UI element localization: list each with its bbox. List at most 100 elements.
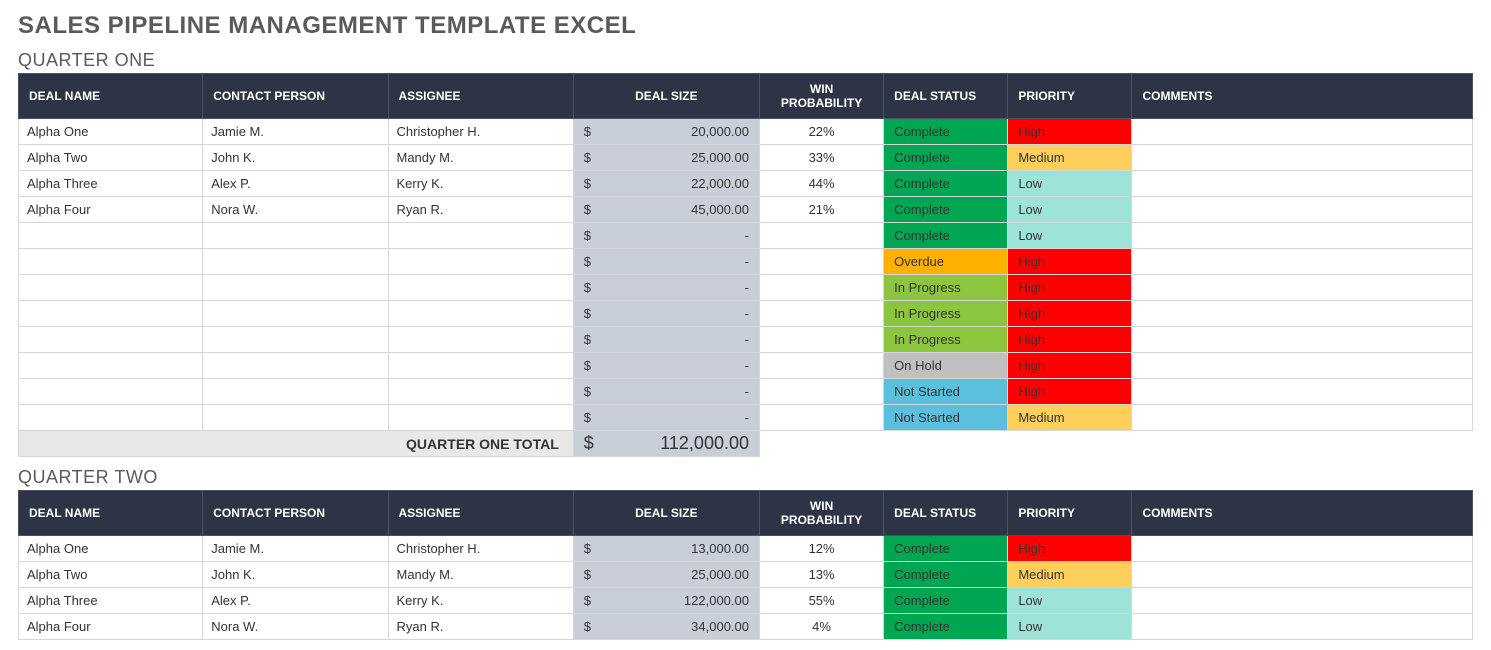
cell-priority[interactable]: High xyxy=(1008,379,1132,405)
th-contact-person[interactable]: CONTACT PERSON xyxy=(203,74,388,119)
cell-deal-status[interactable]: Not Started xyxy=(884,379,1008,405)
cell-deal-status[interactable]: Complete xyxy=(884,119,1008,145)
cell-deal-name[interactable]: Alpha One xyxy=(19,536,203,562)
th-deal-status[interactable]: DEAL STATUS xyxy=(884,491,1008,536)
cell-comments[interactable] xyxy=(1132,588,1473,614)
cell-contact-person[interactable]: John K. xyxy=(203,145,388,171)
cell-contact-person[interactable] xyxy=(203,301,388,327)
cell-contact-person[interactable]: Alex P. xyxy=(203,171,388,197)
cell-deal-size[interactable]: $- xyxy=(573,327,759,353)
cell-comments[interactable] xyxy=(1132,275,1473,301)
cell-deal-name[interactable]: Alpha Four xyxy=(19,614,203,640)
cell-priority[interactable]: Medium xyxy=(1008,145,1132,171)
cell-deal-name[interactable] xyxy=(19,223,203,249)
cell-assignee[interactable]: Mandy M. xyxy=(388,562,573,588)
cell-deal-size[interactable]: $13,000.00 xyxy=(573,536,759,562)
th-priority[interactable]: PRIORITY xyxy=(1008,74,1132,119)
cell-deal-size[interactable]: $- xyxy=(573,275,759,301)
cell-win-probability[interactable]: 22% xyxy=(760,119,884,145)
cell-contact-person[interactable]: Alex P. xyxy=(203,588,388,614)
cell-deal-name[interactable]: Alpha Two xyxy=(19,562,203,588)
cell-deal-name[interactable] xyxy=(19,327,203,353)
cell-deal-status[interactable]: In Progress xyxy=(884,301,1008,327)
cell-comments[interactable] xyxy=(1132,249,1473,275)
cell-win-probability[interactable] xyxy=(760,353,884,379)
cell-deal-name[interactable] xyxy=(19,301,203,327)
cell-assignee[interactable]: Ryan R. xyxy=(388,614,573,640)
cell-comments[interactable] xyxy=(1132,353,1473,379)
cell-deal-size[interactable]: $- xyxy=(573,405,759,431)
cell-contact-person[interactable]: Jamie M. xyxy=(203,536,388,562)
cell-deal-status[interactable]: Complete xyxy=(884,171,1008,197)
th-deal-status[interactable]: DEAL STATUS xyxy=(884,74,1008,119)
th-assignee[interactable]: ASSIGNEE xyxy=(388,491,573,536)
cell-comments[interactable] xyxy=(1132,327,1473,353)
cell-deal-status[interactable]: In Progress xyxy=(884,327,1008,353)
cell-win-probability[interactable] xyxy=(760,249,884,275)
cell-priority[interactable]: Low xyxy=(1008,171,1132,197)
cell-contact-person[interactable] xyxy=(203,223,388,249)
cell-deal-name[interactable] xyxy=(19,405,203,431)
cell-assignee[interactable] xyxy=(388,353,573,379)
cell-win-probability[interactable]: 12% xyxy=(760,536,884,562)
cell-win-probability[interactable] xyxy=(760,379,884,405)
cell-contact-person[interactable] xyxy=(203,327,388,353)
cell-contact-person[interactable] xyxy=(203,379,388,405)
cell-assignee[interactable] xyxy=(388,223,573,249)
cell-comments[interactable] xyxy=(1132,197,1473,223)
cell-assignee[interactable] xyxy=(388,301,573,327)
cell-assignee[interactable]: Ryan R. xyxy=(388,197,573,223)
cell-deal-name[interactable] xyxy=(19,353,203,379)
cell-deal-size[interactable]: $122,000.00 xyxy=(573,588,759,614)
th-priority[interactable]: PRIORITY xyxy=(1008,491,1132,536)
th-assignee[interactable]: ASSIGNEE xyxy=(388,74,573,119)
cell-contact-person[interactable] xyxy=(203,249,388,275)
cell-comments[interactable] xyxy=(1132,405,1473,431)
cell-contact-person[interactable]: John K. xyxy=(203,562,388,588)
cell-comments[interactable] xyxy=(1132,119,1473,145)
cell-priority[interactable]: High xyxy=(1008,353,1132,379)
cell-priority[interactable]: Low xyxy=(1008,588,1132,614)
cell-win-probability[interactable]: 44% xyxy=(760,171,884,197)
cell-deal-status[interactable]: On Hold xyxy=(884,353,1008,379)
cell-priority[interactable]: Medium xyxy=(1008,405,1132,431)
th-comments[interactable]: COMMENTS xyxy=(1132,491,1473,536)
cell-contact-person[interactable]: Jamie M. xyxy=(203,119,388,145)
cell-priority[interactable]: High xyxy=(1008,275,1132,301)
cell-comments[interactable] xyxy=(1132,562,1473,588)
cell-deal-size[interactable]: $25,000.00 xyxy=(573,145,759,171)
cell-win-probability[interactable] xyxy=(760,275,884,301)
cell-win-probability[interactable]: 33% xyxy=(760,145,884,171)
cell-comments[interactable] xyxy=(1132,301,1473,327)
cell-deal-status[interactable]: In Progress xyxy=(884,275,1008,301)
cell-assignee[interactable]: Kerry K. xyxy=(388,588,573,614)
cell-contact-person[interactable]: Nora W. xyxy=(203,197,388,223)
cell-priority[interactable]: High xyxy=(1008,301,1132,327)
cell-priority[interactable]: High xyxy=(1008,536,1132,562)
cell-contact-person[interactable] xyxy=(203,405,388,431)
cell-assignee[interactable] xyxy=(388,379,573,405)
cell-deal-status[interactable]: Complete xyxy=(884,197,1008,223)
cell-deal-size[interactable]: $- xyxy=(573,301,759,327)
cell-deal-size[interactable]: $34,000.00 xyxy=(573,614,759,640)
cell-deal-size[interactable]: $22,000.00 xyxy=(573,171,759,197)
cell-priority[interactable]: High xyxy=(1008,249,1132,275)
th-win-probability[interactable]: WIN PROBABILITY xyxy=(760,74,884,119)
th-win-probability[interactable]: WIN PROBABILITY xyxy=(760,491,884,536)
cell-deal-size[interactable]: $25,000.00 xyxy=(573,562,759,588)
cell-win-probability[interactable] xyxy=(760,405,884,431)
cell-deal-size[interactable]: $- xyxy=(573,249,759,275)
cell-comments[interactable] xyxy=(1132,223,1473,249)
cell-assignee[interactable] xyxy=(388,275,573,301)
cell-comments[interactable] xyxy=(1132,536,1473,562)
cell-win-probability[interactable]: 55% xyxy=(760,588,884,614)
th-deal-size[interactable]: DEAL SIZE xyxy=(573,74,759,119)
cell-contact-person[interactable]: Nora W. xyxy=(203,614,388,640)
cell-deal-name[interactable] xyxy=(19,379,203,405)
cell-deal-status[interactable]: Complete xyxy=(884,223,1008,249)
cell-deal-size[interactable]: $- xyxy=(573,353,759,379)
cell-deal-name[interactable] xyxy=(19,275,203,301)
cell-deal-status[interactable]: Complete xyxy=(884,562,1008,588)
cell-assignee[interactable]: Kerry K. xyxy=(388,171,573,197)
cell-win-probability[interactable]: 21% xyxy=(760,197,884,223)
